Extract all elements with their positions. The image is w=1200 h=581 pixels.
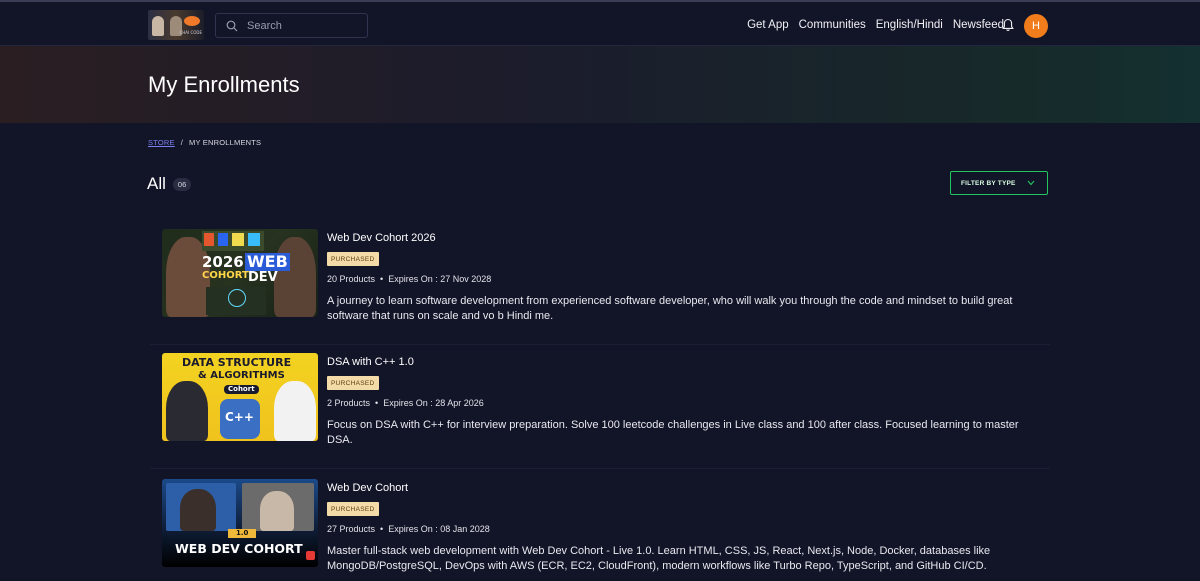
user-avatar[interactable]: H — [1024, 14, 1048, 38]
course-title[interactable]: Web Dev Cohort — [327, 482, 408, 494]
chevron-down-icon — [1027, 180, 1035, 186]
search-icon — [226, 20, 238, 31]
filter-label: FILTER BY TYPE — [961, 179, 1016, 187]
thumb-text-year: 2026 — [202, 253, 244, 271]
top-navbar: CHAI CODE Get App Communities English/Hi… — [0, 0, 1200, 46]
breadcrumb-current: MY ENROLLMENTS — [189, 138, 262, 147]
course-meta: 20 Products • Expires On : 27 Nov 2028 — [327, 274, 491, 284]
course-thumbnail[interactable]: 2026 COHORT WEB DEV — [162, 229, 318, 317]
page-hero: My Enrollments — [0, 46, 1200, 123]
nav-link-language[interactable]: English/Hindi — [876, 19, 943, 31]
course-title[interactable]: Web Dev Cohort 2026 — [327, 232, 436, 244]
course-description: Focus on DSA with C++ for interview prep… — [327, 419, 1019, 446]
list-count-badge: 06 — [172, 177, 192, 191]
course-expiry: Expires On : 28 Apr 2026 — [383, 398, 484, 408]
search-input[interactable] — [247, 19, 357, 32]
bell-icon[interactable] — [1001, 18, 1015, 32]
thumb-text-cohort: Cohort — [224, 385, 259, 394]
course-title[interactable]: DSA with C++ 1.0 — [327, 356, 414, 368]
thumb-text-version: 1.0 — [228, 529, 257, 538]
thumb-text-web: WEB — [245, 252, 290, 271]
status-badge: PURCHASED — [327, 502, 379, 516]
breadcrumb: STORE / MY ENROLLMENTS — [148, 138, 261, 147]
meta-separator: • — [380, 524, 384, 534]
course-expiry: Expires On : 08 Jan 2028 — [388, 524, 490, 534]
course-description: A journey to learn software development … — [327, 295, 1013, 322]
course-description: Master full-stack web development with W… — [327, 545, 991, 572]
nav-link-newsfeed[interactable]: Newsfeed — [953, 19, 1004, 31]
page-title: My Enrollments — [148, 72, 300, 97]
course-expiry: Expires On : 27 Nov 2028 — [388, 274, 492, 284]
list-header: All 06 — [147, 174, 192, 194]
thumb-text-cohort: COHORT — [202, 270, 249, 281]
cpp-logo-text: C++ — [225, 410, 254, 424]
meta-separator: • — [380, 274, 384, 284]
brand-logo[interactable]: CHAI CODE — [148, 10, 204, 40]
nav-links: Get App Communities English/Hindi Newsfe… — [747, 2, 1004, 48]
thumb-text-algo: & ALGORITHMS — [198, 370, 285, 381]
list-title: All — [147, 174, 166, 193]
status-badge: PURCHASED — [327, 376, 379, 390]
thumb-text-dev: DEV — [248, 270, 278, 285]
logo-caption: CHAI CODE — [179, 30, 202, 35]
course-item[interactable]: 1.0 WEB DEV COHORT Web Dev Cohort PURCHA… — [150, 479, 1050, 581]
course-products: 27 Products — [327, 524, 376, 534]
course-thumbnail[interactable]: 1.0 WEB DEV COHORT — [162, 479, 318, 567]
status-badge: PURCHASED — [327, 252, 379, 266]
course-meta: 2 Products • Expires On : 28 Apr 2026 — [327, 398, 484, 408]
thumb-text-ds: DATA STRUCTURE — [182, 356, 292, 369]
breadcrumb-separator: / — [180, 138, 183, 147]
nav-link-get-app[interactable]: Get App — [747, 19, 789, 31]
course-thumbnail[interactable]: DATA STRUCTURE & ALGORITHMS Cohort C++ — [162, 353, 318, 441]
course-products: 2 Products — [327, 398, 371, 408]
course-item[interactable]: 2026 COHORT WEB DEV Web Dev Cohort 2026 … — [150, 229, 1050, 345]
meta-separator: • — [375, 398, 379, 408]
react-icon — [228, 289, 246, 307]
course-meta: 27 Products • Expires On : 08 Jan 2028 — [327, 524, 490, 534]
filter-by-type-button[interactable]: FILTER BY TYPE — [950, 171, 1048, 195]
breadcrumb-store-link[interactable]: STORE — [148, 138, 175, 147]
nav-link-communities[interactable]: Communities — [799, 19, 866, 31]
search-box[interactable] — [215, 13, 368, 38]
course-item[interactable]: DATA STRUCTURE & ALGORITHMS Cohort C++ D… — [150, 353, 1050, 469]
course-products: 20 Products — [327, 274, 376, 284]
thumb-text-title: WEB DEV COHORT — [175, 541, 303, 556]
